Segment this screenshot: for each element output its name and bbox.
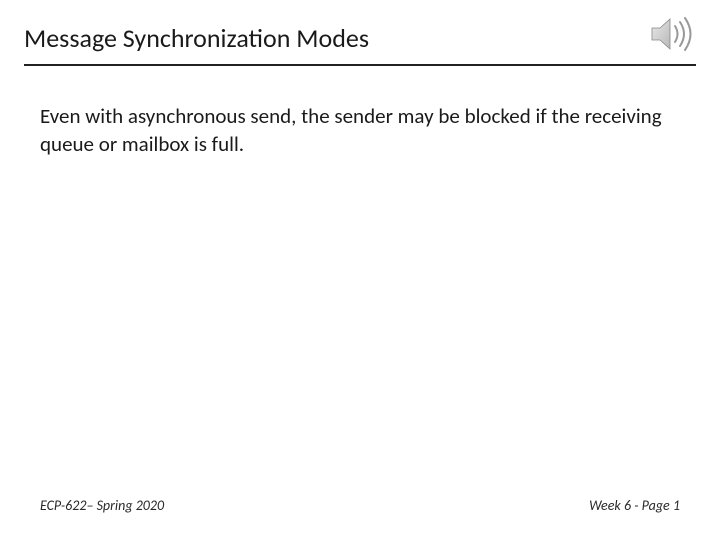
- slide-body-text: Even with asynchronous send, the sender …: [0, 66, 720, 159]
- slide-footer: ECP-622– Spring 2020 Week 6 - Page 1: [0, 497, 720, 514]
- footer-page-number: Week 6 - Page 1: [589, 497, 680, 514]
- speaker-icon[interactable]: [648, 14, 696, 54]
- slide-title: Message Synchronization Modes: [0, 0, 720, 64]
- slide-container: Message Synchronization Modes Even with …: [0, 0, 720, 540]
- footer-course-term: ECP-622– Spring 2020: [40, 497, 164, 514]
